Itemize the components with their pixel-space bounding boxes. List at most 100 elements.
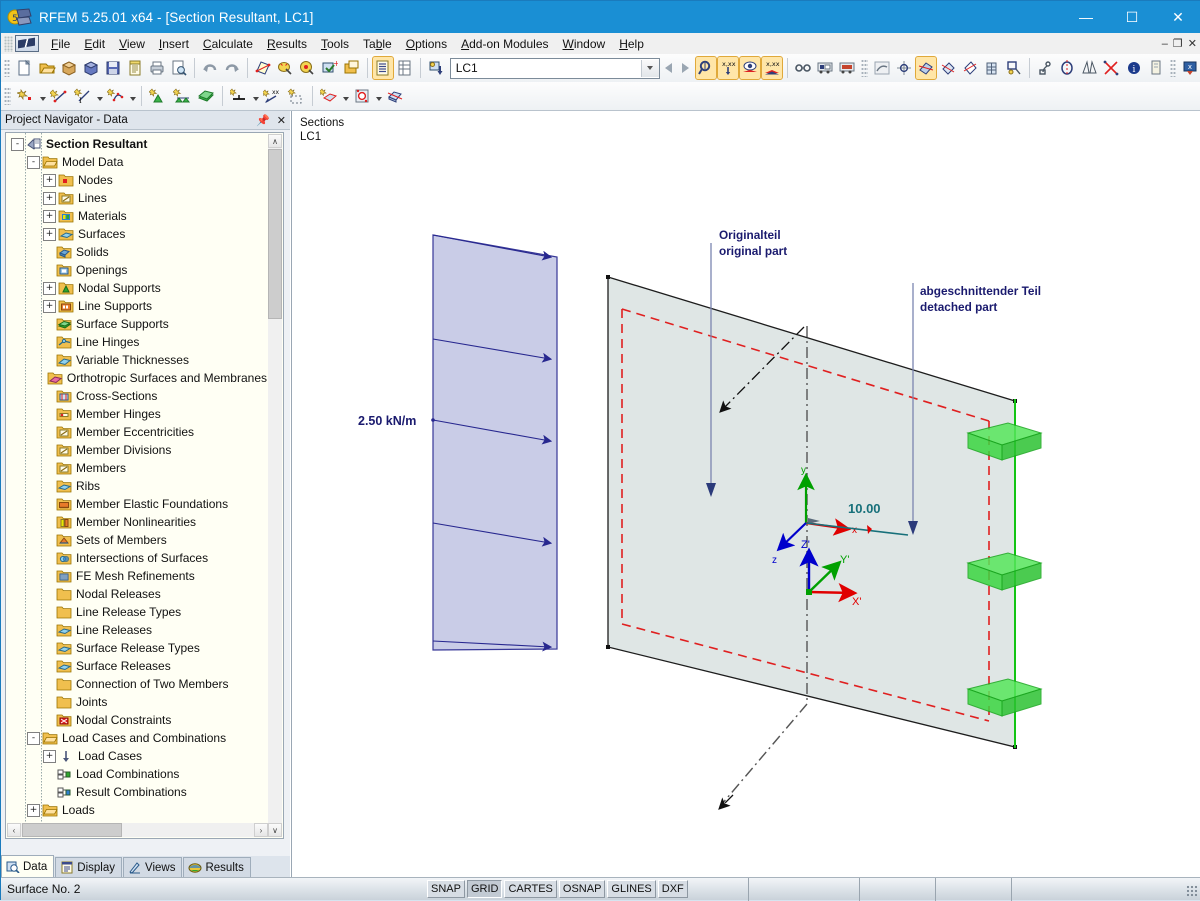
render-model-button[interactable]: [916, 57, 936, 79]
table-view-button[interactable]: [373, 57, 393, 79]
tree-item-surface-releases[interactable]: Surface Releases: [6, 657, 267, 675]
new-dimension-dropdown[interactable]: [95, 85, 104, 107]
toolbar-gripper[interactable]: [861, 59, 867, 77]
new-node-dropdown[interactable]: [38, 85, 47, 107]
nav-next-button[interactable]: [677, 58, 694, 78]
snap-button-cartes[interactable]: CARTES: [504, 880, 556, 898]
expand-toggle-icon[interactable]: +: [43, 750, 56, 763]
menu-item-options[interactable]: Options: [399, 35, 454, 53]
deform-axis-button[interactable]: x,xx: [718, 57, 738, 79]
tree-item-nodes[interactable]: +Nodes: [6, 171, 267, 189]
measure-button[interactable]: [1035, 57, 1055, 79]
table-list-button[interactable]: [395, 57, 415, 79]
navigator-tab-views[interactable]: Views: [123, 857, 182, 877]
pin-icon[interactable]: 📌: [256, 114, 270, 127]
scroll-left-button[interactable]: ‹: [7, 823, 21, 837]
scroll-up-button[interactable]: ∧: [268, 134, 282, 148]
navigator-vertical-scrollbar[interactable]: ∧ ∨: [268, 134, 282, 837]
new-solid-button[interactable]: [384, 85, 406, 107]
tree-item-connection-of-two-members[interactable]: Connection of Two Members: [6, 675, 267, 693]
menu-item-edit[interactable]: Edit: [77, 35, 112, 53]
new-opening-dropdown[interactable]: [374, 85, 383, 107]
new-surface-dropdown[interactable]: [341, 85, 350, 107]
render-model-2-button[interactable]: [938, 57, 958, 79]
load-case-combo[interactable]: [450, 58, 660, 79]
new-polyline-button[interactable]: [105, 85, 127, 107]
tree-item-loads[interactable]: +Loads: [6, 801, 267, 819]
new-node-button[interactable]: [15, 85, 37, 107]
toolbar-gripper[interactable]: [4, 59, 10, 77]
print-find-button[interactable]: [169, 57, 189, 79]
model-viewport[interactable]: Sections LC1: [291, 111, 1200, 877]
snap-button-dxf[interactable]: DXF: [658, 880, 688, 898]
mdi-close-button[interactable]: ✕: [1188, 37, 1197, 50]
tree-item-materials[interactable]: +Materials: [6, 207, 267, 225]
import-load-button[interactable]: [426, 57, 446, 79]
tree-item-members[interactable]: Members: [6, 459, 267, 477]
tree-item-surface-release-types[interactable]: Surface Release Types: [6, 639, 267, 657]
vertical-scroll-thumb[interactable]: [268, 149, 282, 319]
new-polyline-dropdown[interactable]: [128, 85, 137, 107]
snap-button-grid[interactable]: GRID: [467, 880, 503, 898]
tree-item-cross-sections[interactable]: Cross-Sections: [6, 387, 267, 405]
note-button[interactable]: [1146, 57, 1166, 79]
tree-item-member-hinges[interactable]: Member Hinges: [6, 405, 267, 423]
snap-button-snap[interactable]: SNAP: [427, 880, 465, 898]
expand-toggle-icon[interactable]: +: [43, 174, 56, 187]
maximize-button[interactable]: ☐: [1109, 1, 1155, 33]
menu-item-help[interactable]: Help: [612, 35, 651, 53]
horizontal-scroll-thumb[interactable]: [22, 823, 122, 837]
new-surface-support-button[interactable]: [195, 85, 217, 107]
save-file-button[interactable]: [103, 57, 123, 79]
new-line-button[interactable]: [48, 85, 70, 107]
new-window-button[interactable]: [342, 57, 362, 79]
tree-item-load-cases-and-combinations[interactable]: -Load Cases and Combinations: [6, 729, 267, 747]
expand-toggle-icon[interactable]: +: [43, 210, 56, 223]
tree-item-result-combinations[interactable]: Result Combinations: [6, 783, 267, 801]
expand-toggle-icon[interactable]: +: [43, 282, 56, 295]
tree-item-line-release-types[interactable]: Line Release Types: [6, 603, 267, 621]
new-dimension-button[interactable]: I: [72, 85, 94, 107]
tree-item-line-releases[interactable]: Line Releases: [6, 621, 267, 639]
navigator-tab-data[interactable]: Data: [1, 855, 54, 877]
info-button[interactable]: i: [1123, 57, 1143, 79]
menu-item-table[interactable]: Table: [356, 35, 399, 53]
menu-item-view[interactable]: View: [112, 35, 152, 53]
tree-item-lines[interactable]: +Lines: [6, 189, 267, 207]
snap-button-osnap[interactable]: OSNAP: [559, 880, 606, 898]
excel-export-button[interactable]: x: [1180, 57, 1200, 79]
new-nodal-support-button[interactable]: [147, 85, 169, 107]
toolbar-gripper[interactable]: [1170, 59, 1176, 77]
render-model-3-button[interactable]: [960, 57, 980, 79]
tree-item-surfaces[interactable]: +Surfaces: [6, 225, 267, 243]
nav-prev-button[interactable]: [660, 58, 677, 78]
new-member-set-button[interactable]: [285, 85, 307, 107]
menu-item-results[interactable]: Results: [260, 35, 314, 53]
tree-item-fe-mesh-refinements[interactable]: FE Mesh Refinements: [6, 567, 267, 585]
collapse-toggle-icon[interactable]: -: [27, 156, 40, 169]
render-settings-button[interactable]: [297, 57, 317, 79]
collapse-toggle-icon[interactable]: -: [11, 138, 24, 151]
tree-item-joints[interactable]: Joints: [6, 693, 267, 711]
render-surface-button[interactable]: [253, 57, 273, 79]
load-case-input[interactable]: [451, 60, 641, 76]
menu-item-window[interactable]: Window: [556, 35, 613, 53]
tree-item-line-hinges[interactable]: Line Hinges: [6, 333, 267, 351]
expand-toggle-icon[interactable]: +: [27, 822, 40, 823]
viewpoint-button[interactable]: [1004, 57, 1024, 79]
resize-grip[interactable]: [1186, 885, 1199, 898]
tree-item-ribs[interactable]: Ribs: [6, 477, 267, 495]
mdi-restore-button[interactable]: ❐: [1173, 37, 1183, 50]
menu-gripper[interactable]: [4, 36, 13, 52]
expand-toggle-icon[interactable]: +: [43, 192, 56, 205]
scroll-down-button[interactable]: ∨: [268, 823, 282, 837]
glasses-view-button[interactable]: [793, 57, 813, 79]
tree-item-nodal-releases[interactable]: Nodal Releases: [6, 585, 267, 603]
printout-report-2-button[interactable]: [837, 57, 857, 79]
redo-button[interactable]: [222, 57, 242, 79]
new-file-button[interactable]: [14, 57, 34, 79]
tree-item-orthotropic-surfaces-and-membranes[interactable]: Orthotropic Surfaces and Membranes: [6, 369, 267, 387]
print-preview-doc-button[interactable]: [125, 57, 145, 79]
new-member-xx-button[interactable]: xx: [261, 85, 283, 107]
zoom-results-button[interactable]: [696, 57, 716, 79]
